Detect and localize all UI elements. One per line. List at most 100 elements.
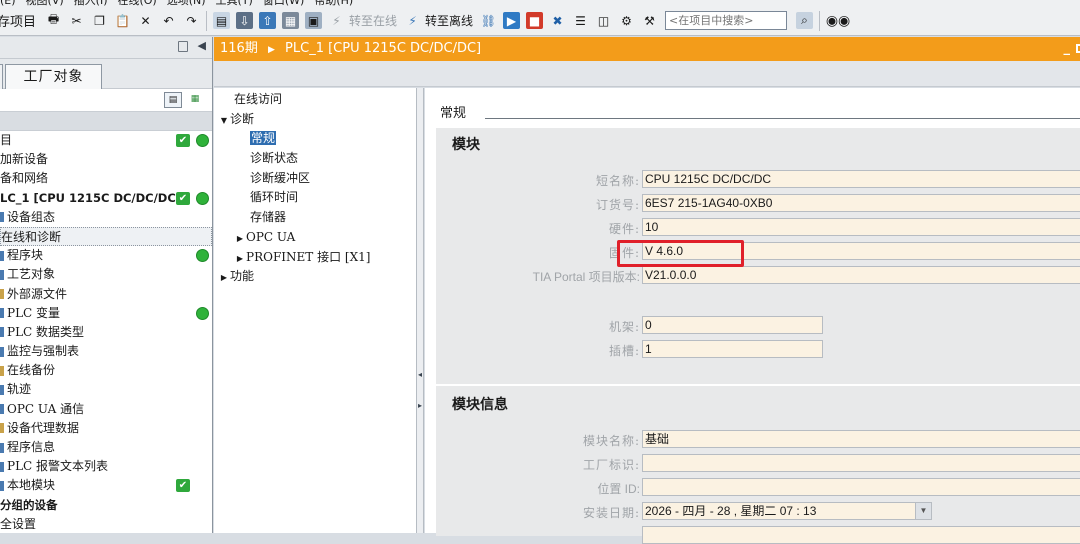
tree-item[interactable]: 轨迹 [0, 380, 212, 399]
settings-icon[interactable]: ⚙ [618, 12, 635, 29]
tree-item[interactable]: 备和网络 [0, 169, 212, 188]
nav-item[interactable]: 在线访问 [214, 90, 417, 110]
project-tree-tools: ▤ ▦ [0, 89, 212, 111]
tree-item[interactable]: 全设置 [0, 515, 212, 534]
nav-item-label: 诊断 [230, 111, 255, 126]
copy-icon[interactable]: ❐ [91, 12, 108, 29]
start-cpu-icon[interactable]: ▶ [503, 12, 521, 29]
tree-item[interactable]: 程序信息 [0, 438, 212, 457]
tree-item[interactable]: 外部源文件 [0, 285, 212, 304]
tree-item[interactable]: 在线和诊断 [0, 226, 212, 247]
module-name-field[interactable]: 基础 [642, 430, 1080, 448]
breadcrumb-project[interactable]: 116期 [220, 41, 258, 56]
undo-icon[interactable]: ↶ [160, 12, 177, 29]
split-horizontal-icon[interactable]: ☰ [572, 12, 589, 29]
nav-item[interactable]: 诊断缓冲区 [214, 169, 417, 189]
compile-icon[interactable]: ▤ [213, 12, 231, 29]
firmware-highlight-box [617, 240, 744, 267]
tree-item[interactable]: 设备代理数据 [0, 419, 212, 438]
collapsed-arrow-icon[interactable]: ▶ [218, 268, 230, 287]
tree-item[interactable]: 监控与强制表 [0, 342, 212, 361]
tree-item[interactable]: PLC 变量 [0, 304, 212, 323]
location-id-field[interactable] [642, 478, 1080, 496]
slot-field[interactable]: 1 [642, 340, 823, 358]
nav-item[interactable]: ▶ OPC UA [214, 228, 417, 248]
tree-item[interactable]: OPC UA 通信 [0, 400, 212, 419]
overview-icon[interactable]: ▤ [164, 92, 182, 108]
tree-item[interactable]: LC_1 [CPU 1215C DC/DC/DC] ✔ [0, 189, 212, 208]
tree-item[interactable]: 程序块 [0, 246, 212, 265]
minimize-icon[interactable]: _ [1064, 37, 1071, 61]
install-date-field[interactable]: 2026 - 四月 - 28 , 星期二 07 : 13 ▼ [642, 502, 932, 520]
go-online-button[interactable]: 转至在线 [349, 12, 397, 29]
next-field[interactable] [642, 526, 1080, 544]
tree-item[interactable]: 分组的设备 [0, 496, 212, 515]
order-no-field[interactable]: 6ES7 215-1AG40-0XB0 [642, 194, 1080, 212]
go-offline-button[interactable]: 转至离线 [425, 12, 473, 29]
paste-icon[interactable]: 📋 [114, 12, 131, 29]
tree-item-label: 设备代理数据 [7, 420, 80, 435]
nav-item[interactable]: ▶ PROFINET 接口 [X1] [214, 248, 417, 268]
expanded-arrow-icon[interactable]: ▼ [218, 111, 230, 130]
splitter[interactable]: ◂ ▸ [416, 88, 424, 533]
tree-item[interactable]: PLC 数据类型 [0, 323, 212, 342]
print-icon[interactable]: 🖶 [45, 12, 62, 29]
collapse-left-arrow-icon[interactable]: ◂ [418, 370, 422, 379]
tree-item[interactable]: 工艺对象 [0, 265, 212, 284]
nav-item-label: PROFINET 接口 [X1] [246, 249, 371, 264]
date-dropdown-icon[interactable]: ▼ [915, 503, 931, 519]
tree-item[interactable]: 加新设备 [0, 150, 212, 169]
go-online-icon[interactable]: ⚡ [328, 12, 345, 29]
nav-item-label: 循环时间 [250, 190, 299, 205]
project-search-input[interactable] [665, 11, 788, 30]
tree-item[interactable]: 本地模块 ✔ [0, 476, 212, 495]
upload-icon[interactable]: ⇧ [259, 12, 277, 29]
nav-item[interactable]: 常规 [214, 129, 417, 149]
tree-view-icon[interactable]: ▦ [186, 92, 204, 108]
divider [485, 118, 1080, 119]
collapsed-arrow-icon[interactable]: ▶ [234, 249, 246, 268]
nav-item[interactable]: ▼ 诊断 [214, 110, 417, 130]
expand-right-arrow-icon[interactable]: ▸ [418, 401, 422, 410]
project-tree-panel: ◀ 工厂对象 ▤ ▦ 目 ✔ 加新设备 备和网络 LC_1 [CPU 1215C DC/… [0, 37, 213, 533]
tools-icon[interactable]: ⚒ [641, 12, 658, 29]
breadcrumb-device[interactable]: PLC_1 [CPU 1215C DC/DC/DC] [285, 41, 481, 56]
layout-icon[interactable] [178, 41, 188, 52]
accessible-devices-icon[interactable]: ⛓ [480, 12, 497, 29]
online-status-icon [196, 249, 209, 263]
save-project-button[interactable]: 存项目 [0, 11, 42, 30]
nav-item[interactable]: 存储器 [214, 208, 417, 228]
search-icon[interactable]: ⌕ [796, 12, 814, 29]
tia-version-label: TIA Portal 项目版本: [532, 270, 640, 284]
tree-item-label: 在线备份 [7, 363, 56, 378]
split-vertical-icon[interactable]: ◫ [595, 12, 612, 29]
hardware-field[interactable]: 10 [642, 218, 1080, 236]
collapse-left-icon[interactable]: ◀ [198, 39, 206, 52]
tree-item[interactable]: 设备组态 [0, 208, 212, 227]
tab-devices[interactable] [0, 64, 3, 89]
tree-item[interactable]: 在线备份 [0, 361, 212, 380]
restore-icon[interactable] [1076, 44, 1080, 53]
goggles-icon[interactable]: ◉◉ [826, 12, 850, 29]
redo-icon[interactable]: ↷ [183, 12, 200, 29]
tree-item[interactable]: 目 ✔ [0, 131, 212, 150]
cross-reference-icon[interactable]: ✖ [549, 12, 566, 29]
go-offline-icon[interactable]: ⚡ [404, 12, 421, 29]
stop-cpu-icon[interactable]: ■ [526, 12, 544, 29]
tia-version-field[interactable]: V21.0.0.0 [642, 266, 1080, 284]
collapsed-arrow-icon[interactable]: ▶ [234, 229, 246, 248]
cut-icon[interactable]: ✂ [68, 12, 85, 29]
plant-id-field[interactable] [642, 454, 1080, 472]
nav-item[interactable]: ▶ 功能 [214, 267, 417, 287]
nav-item[interactable]: 诊断状态 [214, 149, 417, 169]
tree-item[interactable]: PLC 报警文本列表 [0, 457, 212, 476]
tab-plant-objects[interactable]: 工厂对象 [5, 64, 102, 89]
rack-field[interactable]: 0 [642, 316, 823, 334]
start-simulation-icon[interactable]: ▣ [305, 12, 323, 29]
delete-icon[interactable]: ✕ [137, 12, 154, 29]
tree-item-label: 工艺对象 [7, 267, 56, 282]
download-icon[interactable]: ⇩ [236, 12, 254, 29]
nav-item[interactable]: 循环时间 [214, 188, 417, 208]
short-name-field[interactable]: CPU 1215C DC/DC/DC [642, 170, 1080, 188]
simulation-icon[interactable]: ▦ [282, 12, 300, 29]
